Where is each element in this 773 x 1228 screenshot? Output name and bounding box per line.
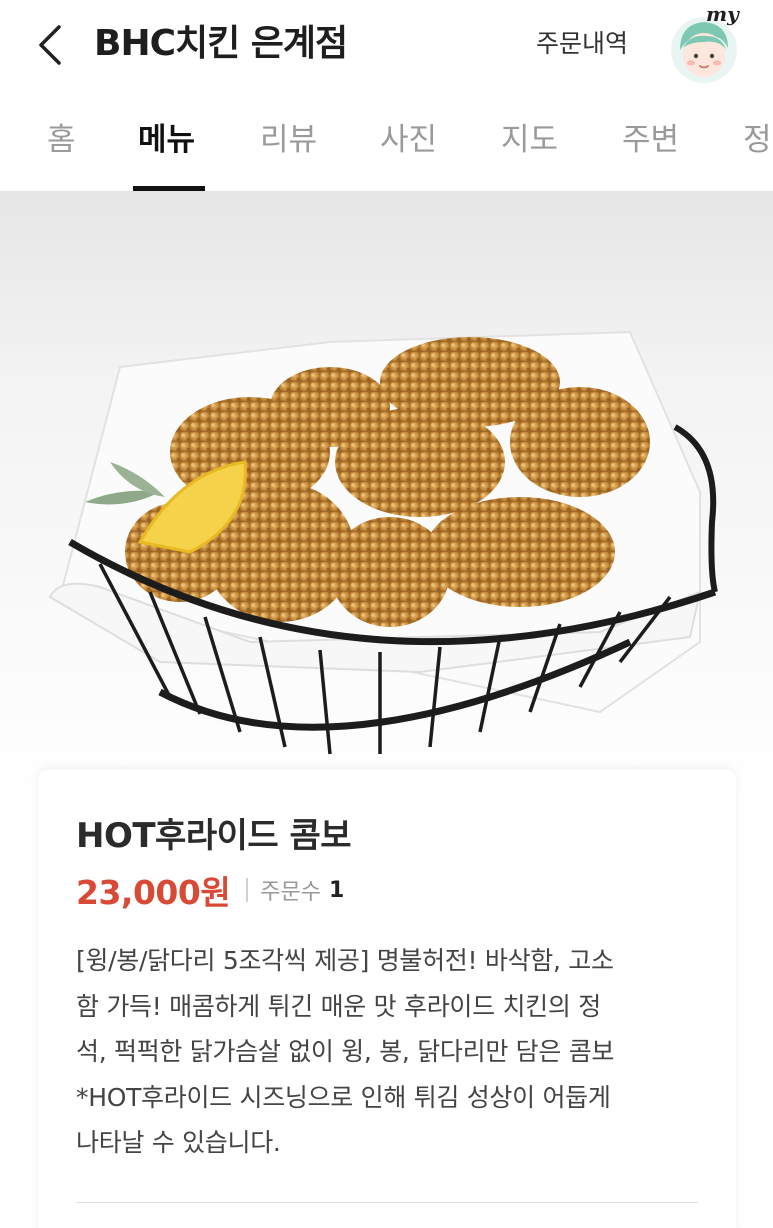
- order-count-label: 주문수: [260, 880, 321, 905]
- description-line: *HOT후라이드 시즈닝으로 인해 튀김 성상이 어둡게: [76, 1082, 611, 1112]
- price-row: 23,000원 주문수 1: [76, 868, 344, 912]
- tab-home[interactable]: 홈: [47, 118, 76, 162]
- order-count-value: 1: [328, 877, 345, 903]
- tab-bar: 홈 메뉴 리뷰 사진 지도 주변 정: [0, 96, 773, 192]
- section-divider: [76, 1202, 698, 1203]
- tab-photos[interactable]: 사진: [380, 118, 437, 162]
- my-label: my: [706, 2, 739, 26]
- product-info-card: HOT후라이드 콤보 23,000원 주문수 1 [윙/봉/닭다리 5조각씩 제…: [38, 770, 736, 1228]
- description-line: [윙/봉/닭다리 5조각씩 제공] 명불허전! 바삭함, 고소: [76, 946, 614, 975]
- tab-nearby[interactable]: 주변: [622, 118, 679, 162]
- product-description: [윙/봉/닭다리 5조각씩 제공] 명불허전! 바삭함, 고소 함 가득! 매콤…: [76, 938, 716, 1166]
- description-line: 나타날 수 있습니다.: [76, 1128, 281, 1157]
- description-line: 함 가득! 매콤하게 튀긴 매운 맛 후라이드 치킨의 정: [76, 991, 601, 1021]
- fried-chicken-basket-image: [48, 330, 718, 755]
- chevron-left-icon: [39, 25, 61, 65]
- tab-map[interactable]: 지도: [501, 118, 558, 162]
- top-bar: BHC치킨 은계점 주문내역 my: [0, 0, 773, 92]
- order-history-link[interactable]: 주문내역: [536, 26, 628, 62]
- product-image: [0, 192, 773, 810]
- back-button[interactable]: [28, 20, 72, 70]
- price-divider: [246, 878, 249, 902]
- description-line: 석, 퍽퍽한 닭가슴살 없이 윙, 봉, 닭다리만 담은 콤보: [76, 1037, 615, 1066]
- product-price: 23,000원: [76, 873, 231, 912]
- active-tab-indicator: [133, 186, 205, 191]
- store-title: BHC치킨 은계점: [94, 23, 348, 64]
- tab-info[interactable]: 정: [743, 118, 772, 162]
- tab-menu[interactable]: 메뉴: [138, 118, 195, 162]
- product-name: HOT후라이드 콤보: [76, 816, 352, 856]
- tab-reviews[interactable]: 리뷰: [260, 118, 317, 162]
